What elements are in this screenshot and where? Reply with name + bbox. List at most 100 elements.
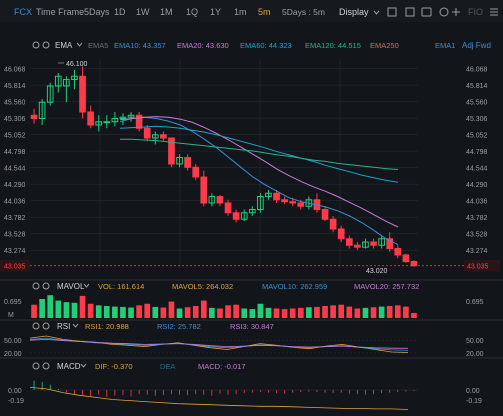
chevron-down-icon[interactable] [373,10,380,15]
high-label: 46.100 [66,61,88,68]
checkbox-icon[interactable] [405,7,415,17]
y-tick-right: 45.560 [466,100,488,107]
toolbar-item-time-frame[interactable]: Time Frame [36,7,84,17]
volume-bar [176,308,183,318]
macd-legend-macd: MACD: -0.017 [198,362,246,371]
y-tick-right: 44.798 [466,149,488,156]
volume-bar [378,306,385,318]
rsi-axis-left: 20.00 [4,351,22,358]
settings-icon[interactable] [32,322,40,330]
settings-icon[interactable] [32,282,40,290]
candle [224,202,232,214]
volume-bar [297,307,304,318]
volume-bar [200,300,207,318]
volume-bar [128,307,134,318]
volume-bar [281,309,288,318]
macd-axis-right: 0.00 [466,388,480,395]
y-tick-left: 44.036 [4,199,26,206]
volume-bar [394,305,401,318]
display-menu[interactable]: Display [339,7,369,17]
volume-bar [241,308,248,318]
y-tick-right: 43.782 [466,215,488,222]
refresh-icon[interactable] [439,7,449,17]
eye-icon[interactable] [42,41,50,49]
volume-bar [71,302,78,318]
volume-bar [306,307,312,318]
ema-title: EMA [55,41,73,50]
adjust-fwd-button[interactable]: Adj Fwd [462,41,491,50]
mavol-title: MAVOL [57,282,85,291]
volume-axis-right: 0.695 [466,299,484,306]
candle [281,199,288,203]
toolbar-item-5days[interactable]: 5Days [84,7,110,17]
y-tick-right: 43.528 [466,232,488,239]
chevron-down-icon[interactable] [76,42,83,47]
ema-legend-ema60: EMA60: 44.323 [240,41,292,50]
volume-bar [370,307,377,318]
y-tick-right: 46.068 [466,67,488,74]
rsi-line-rsi1 [29,335,409,353]
rsi-axis-left: 50.00 [4,338,22,345]
volume-bar [112,306,118,318]
mavol-legend-mavol10: MAVOL10: 262.959 [262,282,327,291]
candle [192,166,200,178]
rsi-axis-right: 20.00 [466,351,484,358]
toolbar-item-1w[interactable]: 1W [136,7,150,17]
volume-bar [63,302,70,318]
settings-icon[interactable] [32,362,40,370]
y-tick-left: 43.528 [4,232,26,239]
symbol-label[interactable]: FCX [14,7,32,17]
volume-bar [87,303,94,318]
toolbar-item-5m[interactable]: 5m [258,7,271,17]
volume-bar [184,307,191,318]
candle [394,248,402,256]
menu-icon[interactable] [490,8,498,16]
toolbar-item-1m[interactable]: 1m [234,7,247,17]
candle [289,201,297,204]
camera-icon[interactable] [421,7,432,17]
ema-legend-ema250: EMA250 [370,41,399,50]
y-tick-left: 44.290 [4,182,26,189]
candle [321,209,329,220]
fio-label[interactable]: FIO [468,7,483,17]
volume-axis-unit: M [8,312,14,319]
volume-bar [95,305,102,318]
volume-bar [209,307,215,318]
range-selector[interactable]: 5Days : 5m [282,7,325,17]
eye-icon[interactable] [42,282,50,290]
toolbar-item-1d[interactable]: 1D [114,7,126,17]
mavol-legend-mavol20: MAVOL20: 257.732 [354,282,419,291]
y-tick-right: 45.052 [466,133,488,140]
y-tick-right: 44.544 [466,166,488,173]
eye-icon[interactable] [42,362,50,370]
volume-bar [144,303,151,318]
rsi-legend-rsi3: RSI3: 30.847 [230,322,274,331]
y-tick-left: 45.052 [4,133,26,140]
volume-bar [168,301,175,318]
mavol-legend-mavol5: MAVOL5: 264.032 [172,282,233,291]
volume-bar [314,306,320,318]
candle [103,121,111,124]
volume-bar [160,307,167,318]
rsi-legend-rsi1: RSI1: 20.988 [85,322,129,331]
volume-bar [289,308,296,318]
low-label: 43.020 [366,268,388,275]
chevron-down-icon[interactable] [80,363,87,368]
settings-icon[interactable] [32,41,40,49]
toolbar-item-1q[interactable]: 1Q [186,7,198,17]
crosshair-icon[interactable] [452,8,460,16]
toolbar-item-1m[interactable]: 1M [160,7,173,17]
toolbar-item-1y[interactable]: 1Y [210,7,221,17]
volume-bar [411,312,417,318]
volume-bar [403,306,409,318]
chevron-down-icon[interactable] [72,323,79,328]
bar-chart-icon[interactable] [387,7,397,17]
chevron-down-icon[interactable] [83,283,90,288]
volume-bar [47,295,54,318]
candle [354,244,361,248]
eye-icon[interactable] [42,322,50,330]
candle [30,114,38,119]
macd-legend-dea: DEA [160,362,175,371]
mavol-legend-vol: VOL: 161.614 [98,282,144,291]
volume-bar [338,304,345,318]
